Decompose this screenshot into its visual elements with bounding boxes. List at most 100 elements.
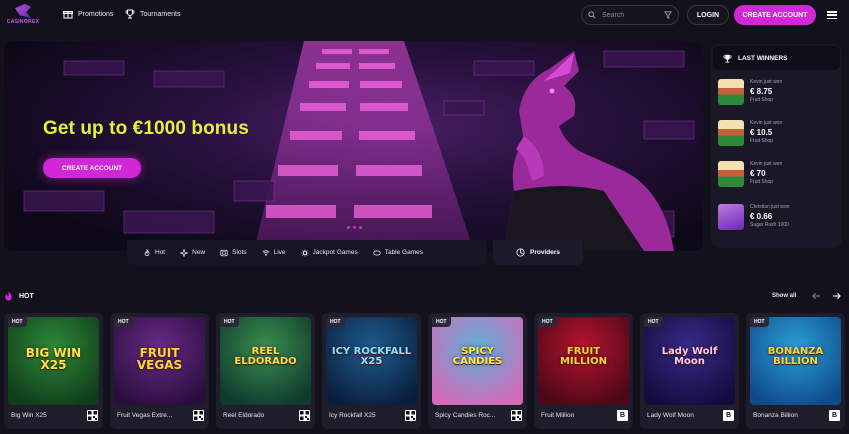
site-logo[interactable]: CASINOREX <box>6 4 40 28</box>
game-thumbnail[interactable]: REEL ELDORADO HOT <box>220 317 311 405</box>
sugar-rush-thumbnail <box>718 204 744 230</box>
category-table-games-label: Table Games <box>384 249 423 256</box>
winner-game: Sugar Rush 1000 <box>750 222 789 228</box>
providers-tab[interactable]: Providers <box>493 240 583 265</box>
carousel-dots[interactable] <box>347 226 362 229</box>
nav-tournaments[interactable]: Tournaments <box>125 9 180 19</box>
nav-tournaments-label: Tournaments <box>140 10 181 18</box>
hot-badge: HOT <box>8 317 27 327</box>
hero-create-account-button[interactable]: CREATE ACCOUNT <box>43 158 141 178</box>
winner-item[interactable]: Kevin just won € 10.5 Fruit Shop <box>718 120 782 146</box>
provider-logo-icon <box>299 410 310 421</box>
login-button[interactable]: LOGIN <box>687 5 729 25</box>
flame-icon <box>144 248 150 256</box>
search-box[interactable] <box>581 5 679 25</box>
game-card[interactable]: FRUIT MILLION HOT Fruit Million B <box>534 313 633 429</box>
nav-promotions[interactable]: Promotions <box>63 9 113 19</box>
hamburger-menu-icon[interactable] <box>826 9 838 21</box>
hot-badge: HOT <box>538 317 557 327</box>
category-slots[interactable]: Slots <box>220 249 247 257</box>
category-bar: Hot New Slots Live Jackpot Games Table G… <box>127 240 487 265</box>
hot-badge: HOT <box>644 317 663 327</box>
live-icon <box>262 249 270 256</box>
slot-icon <box>220 249 228 256</box>
game-thumbnail[interactable]: ICY ROCKFALL X25 HOT <box>326 317 417 405</box>
hot-badge: HOT <box>432 317 451 327</box>
winner-name: Kevin just won <box>750 79 783 85</box>
winner-name: Kevin just won <box>750 120 783 126</box>
hero-title: Get up to €1000 bonus <box>43 118 249 139</box>
game-card[interactable]: ICY ROCKFALL X25 HOT Icy Rockfall X25 <box>322 313 421 429</box>
provider-logo-icon <box>405 410 416 421</box>
game-thumbnail[interactable]: BONANZA BILLION HOT <box>750 317 841 405</box>
winner-item[interactable]: Kevin just won € 70 Fruit Shop <box>718 161 782 187</box>
fruit-shop-thumbnail <box>718 161 744 187</box>
winner-game: Fruit Shop <box>750 138 774 144</box>
game-logo-text: REEL ELDORADO <box>234 346 297 367</box>
category-live-label: Live <box>273 249 286 256</box>
game-logo-text: SPICY CANDIES <box>452 346 503 367</box>
last-winners-title: LAST WINNERS <box>738 54 788 62</box>
game-logo-text: FRUIT VEGAS <box>136 346 183 372</box>
hero-banner[interactable]: Get up to €1000 bonus CREATE ACCOUNT <box>4 41 703 251</box>
game-thumbnail[interactable]: BIG WIN X25 HOT <box>8 317 99 405</box>
cards-icon <box>373 250 381 255</box>
next-arrow-icon[interactable] <box>829 289 843 303</box>
carousel-dot-active[interactable] <box>353 226 356 229</box>
dinosaur-logo-icon <box>15 4 31 18</box>
category-hot-label: Hot <box>155 249 166 256</box>
game-card[interactable]: SPICY CANDIES HOT Spicy Candies Roc... <box>428 313 527 429</box>
winner-game: Fruit Shop <box>750 179 774 185</box>
jackpot-icon <box>300 248 309 257</box>
winner-amount: € 0.66 <box>750 212 773 221</box>
game-title: Fruit Vegas Extre... <box>117 412 173 419</box>
provider-logo-icon: B <box>617 410 628 421</box>
carousel-dot[interactable] <box>347 226 350 229</box>
create-account-button[interactable]: CREATE ACCOUNT <box>734 5 816 25</box>
carousel-dot[interactable] <box>359 226 362 229</box>
game-card[interactable]: REEL ELDORADO HOT Reel Eldorado <box>216 313 315 429</box>
game-thumbnail[interactable]: FRUIT MILLION HOT <box>538 317 629 405</box>
hot-badge: HOT <box>220 317 239 327</box>
game-card[interactable]: BONANZA BILLION HOT Bonanza Billion B <box>746 313 845 429</box>
provider-logo-icon: B <box>829 410 840 421</box>
game-thumbnail[interactable]: Lady Wolf Moon HOT <box>644 317 735 405</box>
category-new-label: New <box>192 249 206 256</box>
dinosaur-mascot <box>504 51 674 251</box>
winner-amount: € 10.5 <box>750 128 773 137</box>
winner-name: Christian just won <box>750 204 790 210</box>
hot-section-title: HOT <box>4 291 34 301</box>
last-winners-header: LAST WINNERS <box>713 46 840 70</box>
category-new[interactable]: New <box>180 248 206 257</box>
game-thumbnail[interactable]: SPICY CANDIES HOT <box>432 317 523 405</box>
winner-item[interactable]: Christian just won € 0.66 Sugar Rush 100… <box>718 204 789 230</box>
nav-promotions-label: Promotions <box>78 10 114 18</box>
filter-icon[interactable] <box>664 11 672 19</box>
search-icon <box>588 11 596 19</box>
category-jackpot-games[interactable]: Jackpot Games <box>300 248 358 257</box>
winner-name: Kevin just won <box>750 161 783 167</box>
trophy-icon <box>125 9 135 19</box>
show-all-link[interactable]: Show all <box>772 293 796 299</box>
hot-badge: HOT <box>326 317 345 327</box>
flame-icon <box>5 291 12 301</box>
provider-logo-icon <box>511 410 522 421</box>
game-title: Spicy Candies Roc... <box>435 412 496 419</box>
provider-logo-icon: B <box>723 410 734 421</box>
search-input[interactable] <box>602 11 658 19</box>
game-thumbnail[interactable]: FRUIT VEGAS HOT <box>114 317 205 405</box>
providers-icon <box>516 248 525 257</box>
prev-arrow-icon[interactable] <box>809 289 823 303</box>
game-logo-text: Lady Wolf Moon <box>661 346 718 367</box>
game-card[interactable]: BIG WIN X25 HOT Big Win X25 <box>4 313 103 429</box>
category-hot[interactable]: Hot <box>143 248 166 257</box>
hot-badge: HOT <box>114 317 133 327</box>
winner-item[interactable]: Kevin just won € 8.75 Fruit Shop <box>718 79 782 105</box>
fruit-shop-thumbnail <box>718 79 744 105</box>
category-live[interactable]: Live <box>262 249 286 257</box>
game-card[interactable]: FRUIT VEGAS HOT Fruit Vegas Extre... <box>110 313 209 429</box>
provider-logo-icon <box>193 410 204 421</box>
category-table-games[interactable]: Table Games <box>373 249 423 257</box>
game-logo-text: BONANZA BILLION <box>767 346 824 367</box>
game-card[interactable]: Lady Wolf Moon HOT Lady Wolf Moon B <box>640 313 739 429</box>
